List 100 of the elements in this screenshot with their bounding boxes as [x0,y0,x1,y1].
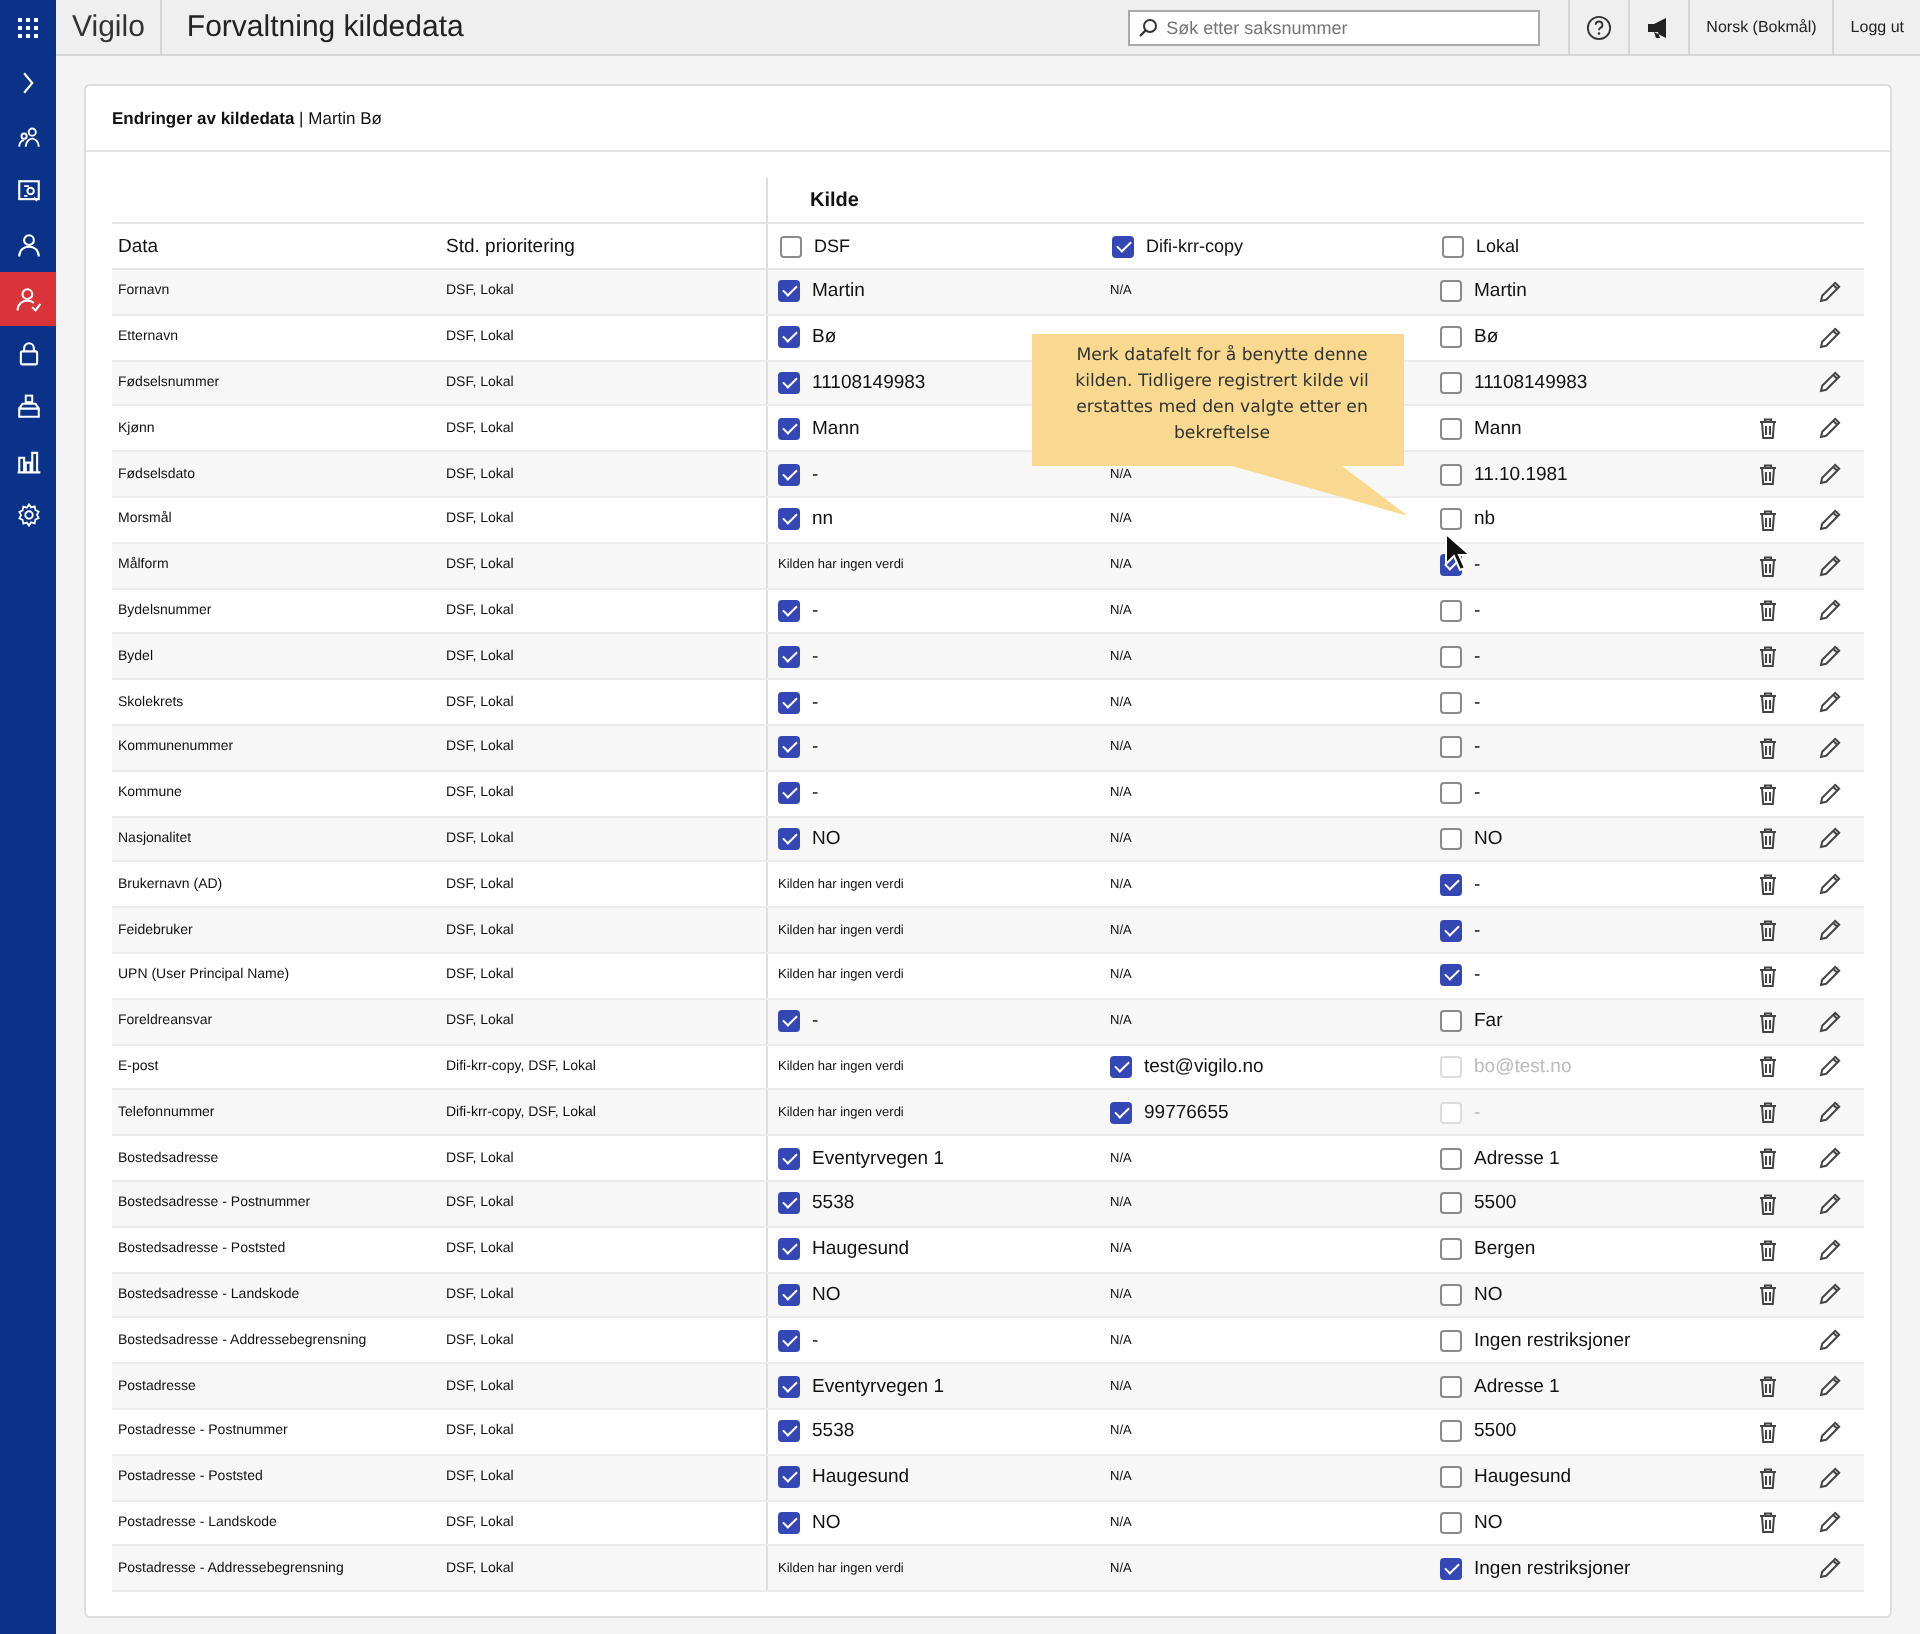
trash-icon[interactable] [1756,1282,1780,1307]
checkbox[interactable] [1440,599,1462,622]
pencil-icon[interactable] [1818,1556,1842,1581]
checkbox[interactable] [778,1466,800,1489]
trash-icon[interactable] [1756,1146,1780,1171]
trash-icon[interactable] [1756,553,1780,578]
trash-icon[interactable] [1756,416,1780,441]
checkbox[interactable] [1440,782,1462,805]
pencil-icon[interactable] [1818,416,1842,441]
pencil-icon[interactable] [1818,1146,1842,1171]
checkbox[interactable] [1442,235,1464,257]
checkbox[interactable] [1440,1375,1462,1398]
checkbox[interactable] [1112,235,1134,257]
trash-icon[interactable] [1756,598,1780,623]
checkbox[interactable] [1440,691,1462,714]
checkbox[interactable] [778,782,800,805]
pencil-icon[interactable] [1818,735,1842,760]
checkbox[interactable] [778,1329,800,1352]
trash-icon[interactable] [1756,462,1780,487]
checkbox[interactable] [778,326,800,349]
pencil-icon[interactable] [1818,507,1842,532]
checkbox[interactable] [1440,1147,1462,1170]
pencil-icon[interactable] [1818,644,1842,669]
checkbox[interactable] [778,645,800,668]
checkbox[interactable] [778,1192,800,1215]
checkbox[interactable] [1440,1466,1462,1489]
checkbox[interactable] [778,371,800,394]
checkbox[interactable] [1440,371,1462,394]
checkbox[interactable] [1440,827,1462,850]
pencil-icon[interactable] [1818,598,1842,623]
checkbox[interactable] [1440,919,1462,942]
checkbox[interactable] [1440,417,1462,440]
checkbox[interactable] [1110,1101,1132,1124]
trash-icon[interactable] [1756,1419,1780,1444]
checkbox[interactable] [778,827,800,850]
pencil-icon[interactable] [1818,370,1842,395]
trash-icon[interactable] [1756,735,1780,760]
checkbox[interactable] [778,280,800,303]
checkbox[interactable] [778,463,800,486]
checkbox[interactable] [1440,645,1462,668]
pencil-icon[interactable] [1818,1100,1842,1125]
checkbox[interactable] [1440,1511,1462,1534]
checkbox[interactable] [780,235,802,257]
checkbox[interactable] [778,1010,800,1033]
pencil-icon[interactable] [1818,279,1842,304]
checkbox[interactable] [778,417,800,440]
pencil-icon[interactable] [1818,1510,1842,1535]
pencil-icon[interactable] [1818,1282,1842,1307]
checkbox[interactable] [1440,1420,1462,1443]
checkbox[interactable] [1440,326,1462,349]
pencil-icon[interactable] [1818,1191,1842,1216]
trash-icon[interactable] [1756,1374,1780,1399]
trash-icon[interactable] [1756,918,1780,943]
pencil-icon[interactable] [1818,1419,1842,1444]
checkbox[interactable] [778,736,800,759]
checkbox[interactable] [1440,508,1462,531]
pencil-icon[interactable] [1818,826,1842,851]
checkbox[interactable] [1440,1329,1462,1352]
pencil-icon[interactable] [1818,1374,1842,1399]
checkbox[interactable] [1440,736,1462,759]
trash-icon[interactable] [1756,1009,1780,1034]
search-field[interactable]: Søk etter saksnummer [1128,9,1541,45]
pencil-icon[interactable] [1818,325,1842,350]
checkbox[interactable] [1440,1010,1462,1033]
trash-icon[interactable] [1756,1237,1780,1262]
trash-icon[interactable] [1756,644,1780,669]
checkbox[interactable] [1440,1238,1462,1261]
checkbox[interactable] [778,1511,800,1534]
trash-icon[interactable] [1756,507,1780,532]
pencil-icon[interactable] [1818,690,1842,715]
trash-icon[interactable] [1756,963,1780,988]
trash-icon[interactable] [1756,690,1780,715]
trash-icon[interactable] [1756,1054,1780,1079]
checkbox[interactable] [778,1283,800,1306]
checkbox[interactable] [1440,1557,1462,1580]
pencil-icon[interactable] [1818,1009,1842,1034]
pencil-icon[interactable] [1818,918,1842,943]
pencil-icon[interactable] [1818,1054,1842,1079]
checkbox[interactable] [778,1238,800,1261]
apps-menu-icon[interactable] [0,0,56,56]
checkbox[interactable] [1440,964,1462,987]
trash-icon[interactable] [1756,1510,1780,1535]
checkbox[interactable] [1440,463,1462,486]
checkbox[interactable] [1440,1192,1462,1215]
pencil-icon[interactable] [1818,462,1842,487]
trash-icon[interactable] [1756,1465,1780,1490]
pencil-icon[interactable] [1818,553,1842,578]
checkbox[interactable] [1110,1055,1132,1078]
checkbox[interactable] [1440,873,1462,896]
checkbox[interactable] [778,1375,800,1398]
checkbox[interactable] [778,508,800,531]
trash-icon[interactable] [1756,826,1780,851]
pencil-icon[interactable] [1818,963,1842,988]
trash-icon[interactable] [1756,781,1780,806]
pencil-icon[interactable] [1818,1237,1842,1262]
trash-icon[interactable] [1756,872,1780,897]
trash-icon[interactable] [1756,1100,1780,1125]
checkbox[interactable] [1440,280,1462,303]
checkbox[interactable] [778,1147,800,1170]
pencil-icon[interactable] [1818,1465,1842,1490]
